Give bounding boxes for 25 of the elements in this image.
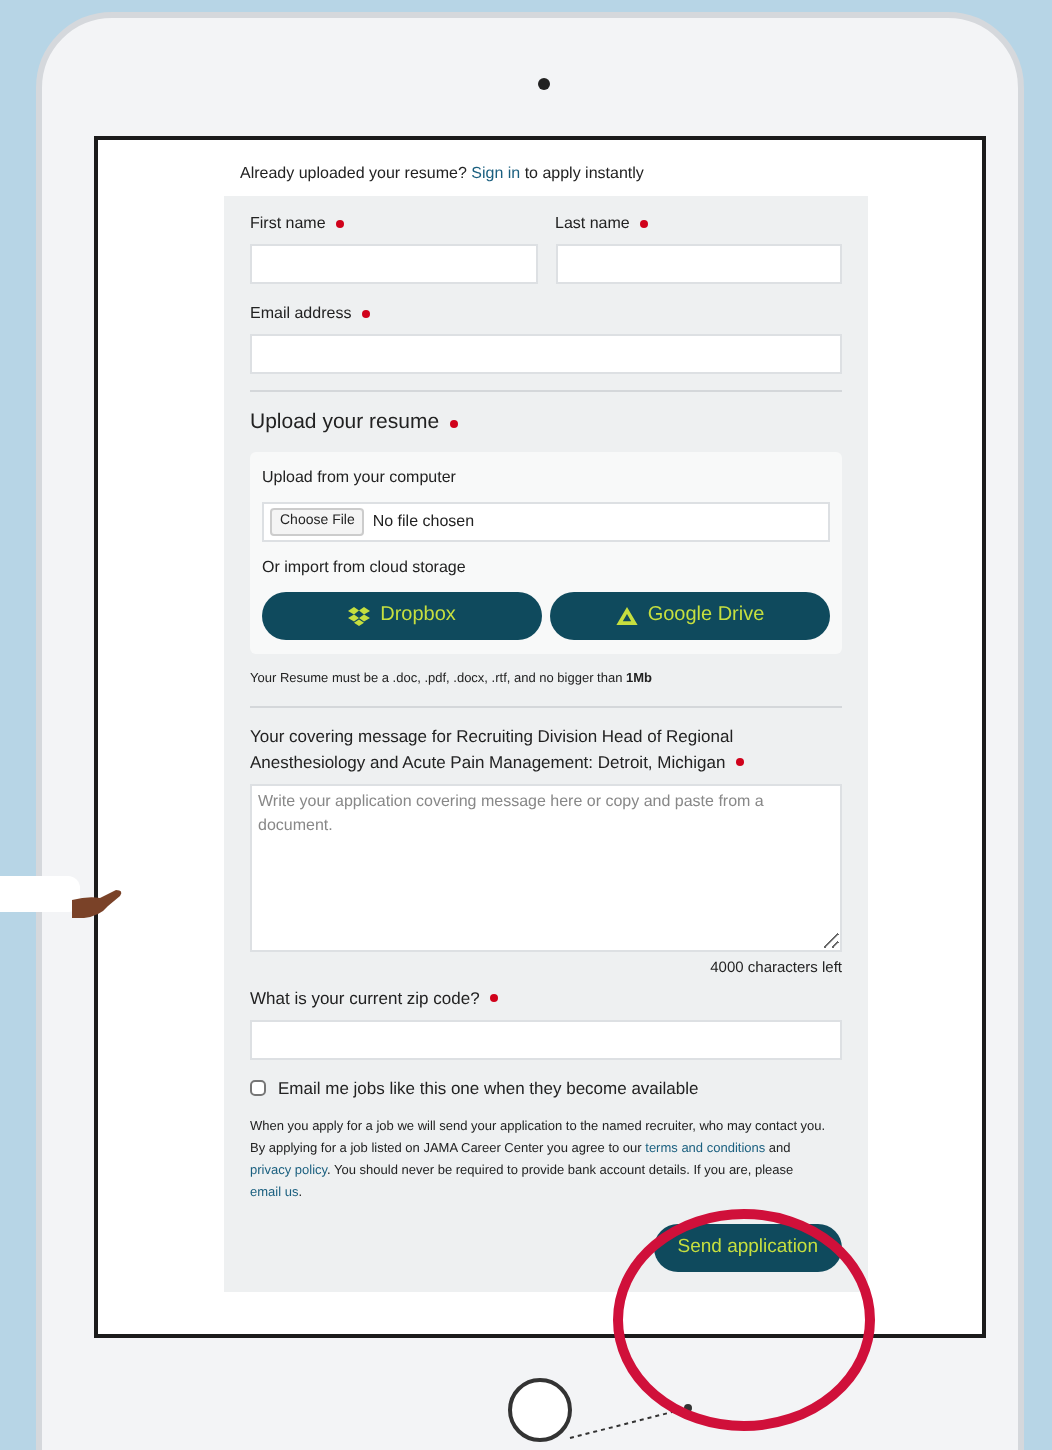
input-field[interactable] — [250, 244, 537, 284]
dropbox-icon — [348, 605, 371, 626]
input-field[interactable] — [250, 1019, 842, 1059]
file-status: No file chosen — [372, 509, 475, 534]
dropbox-button[interactable]: Dropbox — [262, 591, 542, 640]
section-heading: Upload your resume — [250, 408, 440, 438]
checkbox[interactable] — [250, 1079, 266, 1096]
checkbox-label: Email me jobs like this one when they become available — [278, 1075, 699, 1101]
field-label: What is your current zip code? — [250, 985, 480, 1011]
signin-sentence: Already uploaded your resume? Sign in to apply instantly — [224, 152, 868, 196]
field-label: Upload from your computer — [262, 465, 456, 490]
hand-drawing — [72, 890, 124, 918]
field-label: Or import from cloud storage — [262, 555, 466, 580]
signin-link[interactable]: Sign in — [471, 164, 521, 182]
cover-message-label: Your covering message for Recruiting Division Head of Regional Anesthesiology and Acute Pain Management: Detroit, Michigan — [250, 723, 842, 775]
input-field[interactable] — [555, 244, 842, 284]
field-label: First name — [250, 212, 326, 236]
field-label: Last name — [555, 212, 630, 236]
input-field[interactable] — [250, 334, 842, 374]
pointer-line — [568, 1400, 696, 1440]
triangle-icon — [615, 605, 638, 626]
google-drive-button[interactable]: Google Drive — [550, 591, 830, 640]
arm-drawing — [0, 876, 80, 912]
field-label: Email address — [250, 302, 352, 326]
message-textarea[interactable]: Write your application covering message here or copy and paste from a document. — [250, 783, 842, 951]
